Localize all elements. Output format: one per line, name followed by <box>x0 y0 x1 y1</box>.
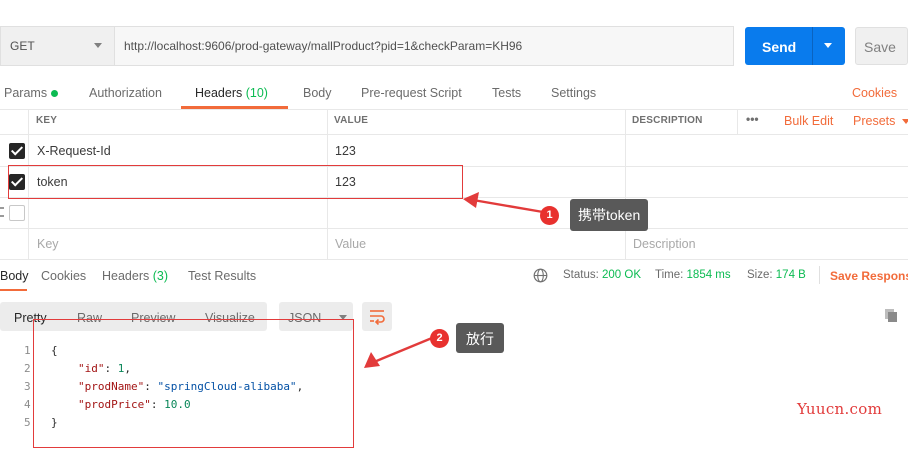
params-status-dot <box>51 90 58 97</box>
globe-icon[interactable] <box>533 268 548 283</box>
header-value-cell[interactable]: 123 <box>335 144 356 158</box>
col-divider <box>737 109 738 134</box>
status-value: 200 OK <box>602 269 642 281</box>
tab-tests[interactable]: Tests <box>492 86 521 100</box>
tab-prerequest-script[interactable]: Pre-request Script <box>361 86 462 100</box>
watermark-text: Yuucn.com <box>797 400 883 418</box>
line-number: 4 <box>24 398 31 411</box>
status-divider <box>819 266 820 284</box>
copy-icon[interactable] <box>883 307 899 323</box>
time-readout: Time: 1854 ms <box>655 269 731 281</box>
highlight-box-token-row <box>8 165 463 199</box>
tab-params[interactable]: Params <box>4 86 47 100</box>
response-tab-cookies[interactable]: Cookies <box>41 269 86 283</box>
response-tab-body[interactable]: Body <box>0 269 29 283</box>
presets-chevron-down-icon <box>902 119 908 124</box>
annotation-callout-2: 放行 <box>456 323 504 353</box>
annotation-badge-2: 2 <box>430 329 449 348</box>
line-number: 2 <box>24 362 31 375</box>
status-readout: Status: 200 OK <box>563 269 641 281</box>
drag-handle-icon[interactable] <box>0 207 4 217</box>
new-key-input[interactable]: Key <box>37 237 59 251</box>
row-divider <box>0 228 908 229</box>
annotation-badge-1: 1 <box>540 206 559 225</box>
time-label: Time: <box>655 269 684 281</box>
more-options-icon[interactable]: ••• <box>746 112 759 126</box>
method-chevron-down-icon <box>94 43 102 48</box>
response-active-tab-indicator <box>0 289 27 291</box>
time-value: 1854 ms <box>686 269 731 281</box>
row-checkbox-empty[interactable] <box>9 205 25 221</box>
send-button-label: Send <box>762 39 797 55</box>
table-top-border <box>0 109 908 110</box>
size-label: Size: <box>747 269 773 281</box>
response-tab-headers[interactable]: Headers (3) <box>102 269 168 283</box>
line-number: 5 <box>24 416 31 429</box>
new-description-input[interactable]: Description <box>633 237 696 251</box>
tab-headers-label: Headers <box>195 86 243 100</box>
highlight-box-response-body <box>33 319 354 448</box>
line-number: 3 <box>24 380 31 393</box>
col-divider <box>625 109 626 259</box>
header-key-cell[interactable]: X-Request-Id <box>37 144 111 158</box>
new-value-input[interactable]: Value <box>335 237 366 251</box>
save-response-button[interactable]: Save Respons <box>830 269 908 283</box>
method-label: GET <box>10 39 35 53</box>
table-header-border <box>0 134 908 135</box>
row-checkbox-x-request-id[interactable] <box>9 143 25 159</box>
wrap-lines-icon <box>370 310 385 325</box>
tab-headers-count: (10) <box>245 86 268 100</box>
row-divider <box>0 259 908 260</box>
save-button-label: Save <box>864 39 896 55</box>
tab-body[interactable]: Body <box>303 86 332 100</box>
status-label: Status: <box>563 269 599 281</box>
tab-headers[interactable]: Headers (10) <box>195 86 268 100</box>
tab-authorization[interactable]: Authorization <box>89 86 162 100</box>
column-header-key: KEY <box>36 115 58 126</box>
response-tab-headers-label: Headers <box>102 269 150 283</box>
response-tab-test-results[interactable]: Test Results <box>188 269 256 283</box>
send-divider <box>812 27 813 65</box>
presets-dropdown[interactable]: Presets <box>853 114 895 128</box>
arrow-1-icon <box>463 192 544 214</box>
cookies-link[interactable]: Cookies <box>852 86 897 100</box>
line-number: 1 <box>24 344 31 357</box>
arrow-2-icon <box>364 336 433 368</box>
annotation-callout-1: 携带token <box>570 199 649 231</box>
send-options-chevron-down-icon[interactable] <box>824 43 832 48</box>
column-header-description: DESCRIPTION <box>632 115 703 126</box>
size-value: 174 B <box>775 269 806 281</box>
bulk-edit-link[interactable]: Bulk Edit <box>784 114 833 128</box>
size-readout: Size: 174 B <box>747 269 806 281</box>
column-header-value: VALUE <box>334 115 369 126</box>
tab-settings[interactable]: Settings <box>551 86 596 100</box>
url-text: http://localhost:9606/prod-gateway/mallP… <box>124 39 523 53</box>
response-tab-headers-count: (3) <box>152 269 169 283</box>
